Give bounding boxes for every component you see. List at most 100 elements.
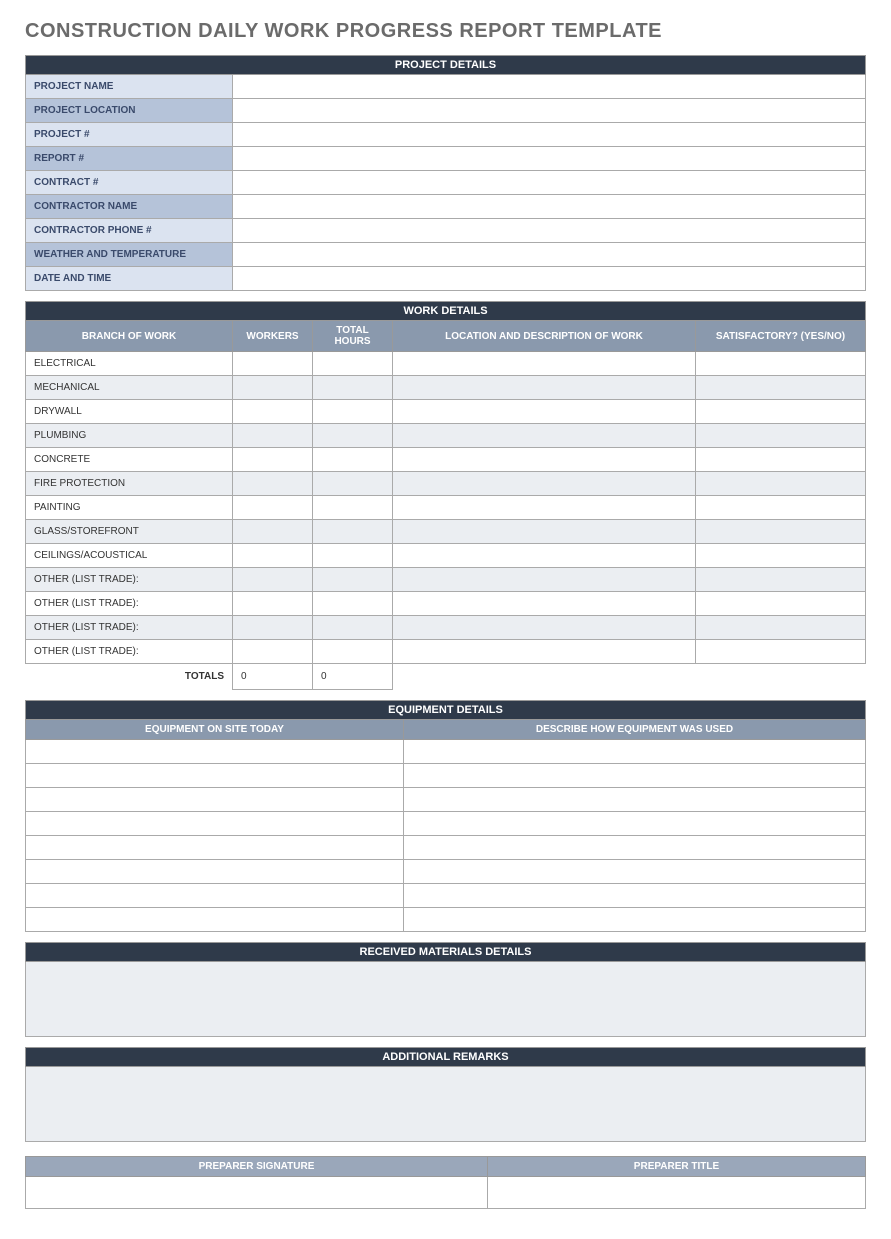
work-branch-label: PLUMBING bbox=[26, 424, 233, 448]
project-field-input[interactable] bbox=[233, 171, 866, 195]
work-hours-input[interactable] bbox=[313, 616, 393, 640]
work-location-input[interactable] bbox=[393, 424, 696, 448]
work-row: OTHER (LIST TRADE): bbox=[26, 568, 866, 592]
equipment-used-input[interactable] bbox=[404, 884, 866, 908]
work-hours-input[interactable] bbox=[313, 400, 393, 424]
work-satisfactory-input[interactable] bbox=[696, 472, 866, 496]
preparer-signature-input[interactable] bbox=[26, 1177, 488, 1209]
project-field-input[interactable] bbox=[233, 219, 866, 243]
project-field-input[interactable] bbox=[233, 243, 866, 267]
work-satisfactory-input[interactable] bbox=[696, 376, 866, 400]
work-satisfactory-input[interactable] bbox=[696, 424, 866, 448]
materials-table: RECEIVED MATERIALS DETAILS bbox=[25, 942, 866, 1037]
work-satisfactory-input[interactable] bbox=[696, 400, 866, 424]
equipment-onsite-input[interactable] bbox=[26, 740, 404, 764]
work-hours-input[interactable] bbox=[313, 448, 393, 472]
work-row: PAINTING bbox=[26, 496, 866, 520]
work-location-input[interactable] bbox=[393, 400, 696, 424]
work-location-input[interactable] bbox=[393, 472, 696, 496]
work-workers-input[interactable] bbox=[233, 640, 313, 664]
work-branch-label: FIRE PROTECTION bbox=[26, 472, 233, 496]
col-branch: BRANCH OF WORK bbox=[26, 321, 233, 352]
work-hours-input[interactable] bbox=[313, 496, 393, 520]
work-hours-input[interactable] bbox=[313, 472, 393, 496]
equipment-used-input[interactable] bbox=[404, 908, 866, 932]
work-workers-input[interactable] bbox=[233, 592, 313, 616]
work-satisfactory-input[interactable] bbox=[696, 352, 866, 376]
work-location-input[interactable] bbox=[393, 520, 696, 544]
work-row: MECHANICAL bbox=[26, 376, 866, 400]
work-workers-input[interactable] bbox=[233, 496, 313, 520]
equipment-onsite-input[interactable] bbox=[26, 836, 404, 860]
project-field-input[interactable] bbox=[233, 123, 866, 147]
project-field-input[interactable] bbox=[233, 147, 866, 171]
project-details-header: PROJECT DETAILS bbox=[26, 56, 866, 75]
equipment-used-input[interactable] bbox=[404, 740, 866, 764]
work-hours-input[interactable] bbox=[313, 640, 393, 664]
work-workers-input[interactable] bbox=[233, 544, 313, 568]
work-satisfactory-input[interactable] bbox=[696, 448, 866, 472]
equipment-used-input[interactable] bbox=[404, 812, 866, 836]
work-hours-input[interactable] bbox=[313, 544, 393, 568]
work-location-input[interactable] bbox=[393, 640, 696, 664]
work-hours-input[interactable] bbox=[313, 352, 393, 376]
equipment-onsite-input[interactable] bbox=[26, 788, 404, 812]
work-hours-input[interactable] bbox=[313, 424, 393, 448]
equipment-used-input[interactable] bbox=[404, 860, 866, 884]
work-row: CONCRETE bbox=[26, 448, 866, 472]
col-equipment-used: DESCRIBE HOW EQUIPMENT WAS USED bbox=[404, 720, 866, 740]
equipment-used-input[interactable] bbox=[404, 764, 866, 788]
work-satisfactory-input[interactable] bbox=[696, 616, 866, 640]
totals-hours[interactable]: 0 bbox=[313, 664, 393, 690]
work-location-input[interactable] bbox=[393, 616, 696, 640]
work-satisfactory-input[interactable] bbox=[696, 568, 866, 592]
work-details-header: WORK DETAILS bbox=[26, 302, 866, 321]
work-satisfactory-input[interactable] bbox=[696, 544, 866, 568]
work-satisfactory-input[interactable] bbox=[696, 496, 866, 520]
materials-input[interactable] bbox=[26, 962, 866, 1037]
equipment-used-input[interactable] bbox=[404, 788, 866, 812]
equipment-details-table: EQUIPMENT DETAILS EQUIPMENT ON SITE TODA… bbox=[25, 700, 866, 932]
work-workers-input[interactable] bbox=[233, 376, 313, 400]
work-satisfactory-input[interactable] bbox=[696, 520, 866, 544]
work-location-input[interactable] bbox=[393, 448, 696, 472]
work-satisfactory-input[interactable] bbox=[696, 592, 866, 616]
equipment-used-input[interactable] bbox=[404, 836, 866, 860]
project-field-label: REPORT # bbox=[26, 147, 233, 171]
work-workers-input[interactable] bbox=[233, 616, 313, 640]
work-location-input[interactable] bbox=[393, 376, 696, 400]
work-row: OTHER (LIST TRADE): bbox=[26, 616, 866, 640]
remarks-input[interactable] bbox=[26, 1067, 866, 1142]
work-location-input[interactable] bbox=[393, 352, 696, 376]
work-hours-input[interactable] bbox=[313, 376, 393, 400]
work-workers-input[interactable] bbox=[233, 400, 313, 424]
project-field-input[interactable] bbox=[233, 99, 866, 123]
page-title: CONSTRUCTION DAILY WORK PROGRESS REPORT … bbox=[25, 20, 866, 43]
equipment-onsite-input[interactable] bbox=[26, 764, 404, 788]
project-field-input[interactable] bbox=[233, 195, 866, 219]
work-satisfactory-input[interactable] bbox=[696, 640, 866, 664]
work-workers-input[interactable] bbox=[233, 448, 313, 472]
work-location-input[interactable] bbox=[393, 568, 696, 592]
work-branch-label: GLASS/STOREFRONT bbox=[26, 520, 233, 544]
work-hours-input[interactable] bbox=[313, 568, 393, 592]
work-location-input[interactable] bbox=[393, 544, 696, 568]
work-workers-input[interactable] bbox=[233, 472, 313, 496]
preparer-title-input[interactable] bbox=[488, 1177, 866, 1209]
equipment-onsite-input[interactable] bbox=[26, 812, 404, 836]
work-workers-input[interactable] bbox=[233, 568, 313, 592]
project-field-input[interactable] bbox=[233, 267, 866, 291]
totals-workers[interactable]: 0 bbox=[233, 664, 313, 690]
work-location-input[interactable] bbox=[393, 496, 696, 520]
equipment-row bbox=[26, 908, 866, 932]
work-hours-input[interactable] bbox=[313, 520, 393, 544]
work-workers-input[interactable] bbox=[233, 520, 313, 544]
work-hours-input[interactable] bbox=[313, 592, 393, 616]
equipment-onsite-input[interactable] bbox=[26, 884, 404, 908]
equipment-onsite-input[interactable] bbox=[26, 908, 404, 932]
work-workers-input[interactable] bbox=[233, 424, 313, 448]
work-location-input[interactable] bbox=[393, 592, 696, 616]
project-field-input[interactable] bbox=[233, 75, 866, 99]
equipment-onsite-input[interactable] bbox=[26, 860, 404, 884]
work-workers-input[interactable] bbox=[233, 352, 313, 376]
